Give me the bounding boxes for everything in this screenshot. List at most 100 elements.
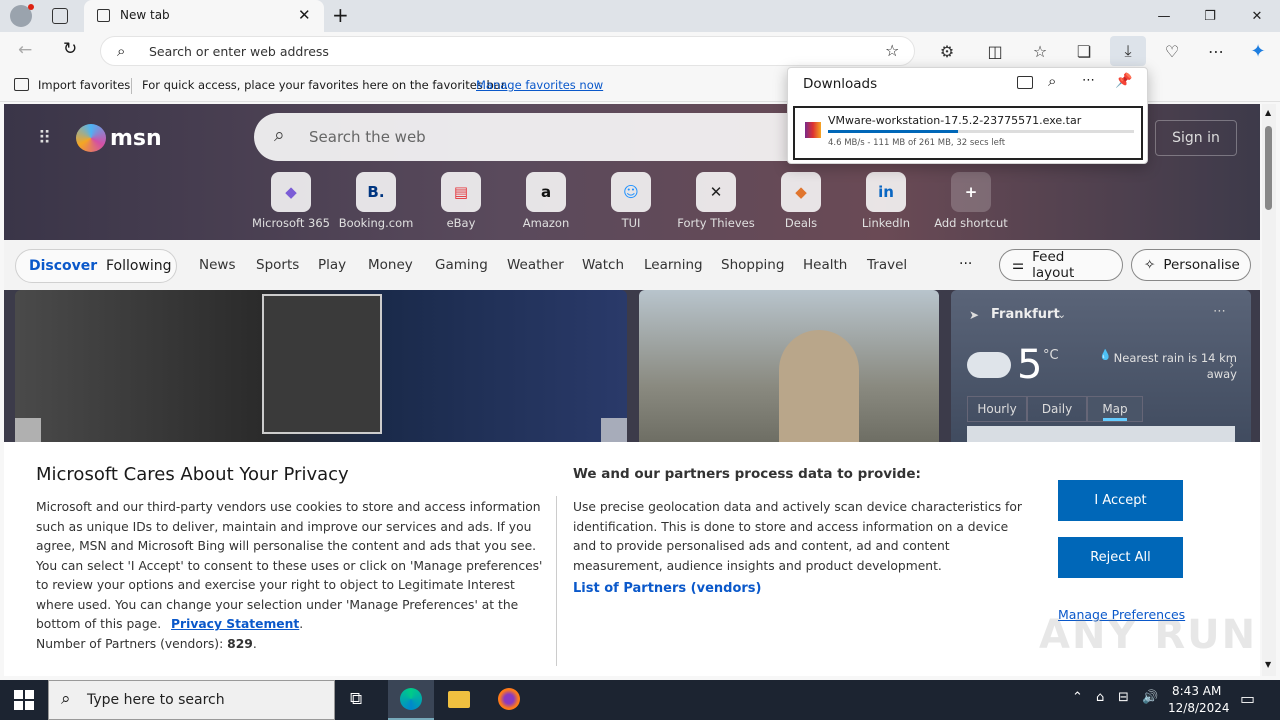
task-view-icon[interactable]: ⧉ bbox=[350, 689, 362, 709]
start-button[interactable] bbox=[14, 690, 34, 710]
msn-search-placeholder: Search the web bbox=[309, 128, 426, 146]
address-placeholder: Search or enter web address bbox=[149, 44, 329, 59]
refresh-button[interactable]: ↻ bbox=[63, 39, 77, 59]
edge-logo-icon bbox=[400, 688, 422, 710]
shortcut-icon: in bbox=[866, 172, 906, 212]
open-folder-icon[interactable] bbox=[1017, 76, 1033, 89]
firefox-icon[interactable] bbox=[498, 688, 520, 710]
list-of-partners-link[interactable]: List of Partners (vendors) bbox=[573, 581, 761, 596]
hero-news-card[interactable] bbox=[15, 290, 627, 450]
shortcut-icon: ✕ bbox=[696, 172, 736, 212]
shortcut-amazon[interactable]: a Amazon bbox=[504, 172, 588, 230]
shortcut-label: Add shortcut bbox=[934, 216, 1008, 230]
tab-discover[interactable]: Discover bbox=[29, 258, 97, 274]
feed-layout-button[interactable]: ⚌ Feed layout bbox=[999, 249, 1123, 281]
sign-in-button[interactable]: Sign in bbox=[1155, 120, 1237, 156]
minimize-button[interactable]: — bbox=[1141, 0, 1187, 32]
shortcut-forty-thieves[interactable]: ✕ Forty Thieves bbox=[674, 172, 758, 230]
tray-chevron-icon[interactable]: ⌃ bbox=[1072, 690, 1083, 705]
nav-item-news[interactable]: News bbox=[199, 257, 235, 273]
shortcut-tui[interactable]: ☺ TUI bbox=[589, 172, 673, 230]
new-tab-button[interactable]: + bbox=[332, 3, 349, 27]
scroll-thumb[interactable] bbox=[1265, 126, 1272, 210]
privacy-statement-link[interactable]: Privacy Statement bbox=[171, 617, 299, 631]
shortcut-ebay[interactable]: ▤ eBay bbox=[419, 172, 503, 230]
shortcut-label: Forty Thieves bbox=[677, 216, 755, 230]
nav-item-health[interactable]: Health bbox=[803, 257, 847, 273]
weather-card[interactable]: ➤ Frankfurt ⌄ ⋯ 5 °C 💧 Nearest rain is 1… bbox=[951, 290, 1251, 450]
weather-tab-hourly[interactable]: Hourly bbox=[967, 396, 1027, 422]
copilot-icon[interactable]: ✦ bbox=[1244, 38, 1272, 64]
pin-icon[interactable]: 📌 bbox=[1115, 73, 1132, 89]
nav-item-learning[interactable]: Learning bbox=[644, 257, 703, 273]
close-tab-icon[interactable]: ✕ bbox=[298, 6, 311, 24]
apps-grid-icon[interactable]: ⠿ bbox=[38, 128, 52, 149]
news-card-2[interactable] bbox=[639, 290, 939, 450]
network-icon[interactable]: ⌂ bbox=[1096, 690, 1104, 705]
browser-essentials-icon[interactable]: ♡ bbox=[1158, 38, 1186, 64]
weather-next-icon[interactable]: › bbox=[1229, 358, 1234, 373]
favorites-icon[interactable]: ☆ bbox=[1026, 38, 1054, 64]
purposes-title: We and our partners process data to prov… bbox=[573, 466, 921, 482]
file-explorer-icon[interactable] bbox=[448, 691, 470, 708]
more-menu-icon[interactable]: ⋯ bbox=[1202, 38, 1230, 64]
manage-favorites-link[interactable]: Manage favorites now bbox=[476, 78, 603, 92]
weather-location[interactable]: Frankfurt bbox=[991, 307, 1060, 322]
weather-more-icon[interactable]: ⋯ bbox=[1213, 304, 1226, 319]
extensions-icon[interactable]: ⚙ bbox=[933, 38, 961, 64]
nav-item-sports[interactable]: Sports bbox=[256, 257, 299, 273]
search-downloads-icon[interactable]: ⌕ bbox=[1048, 72, 1056, 90]
connectivity-icon[interactable]: ⊟ bbox=[1118, 690, 1129, 705]
page-scrollbar[interactable]: ▲ ▼ bbox=[1262, 104, 1276, 676]
reject-all-button[interactable]: Reject All bbox=[1058, 537, 1183, 578]
taskbar-search[interactable]: ⌕ Type here to search bbox=[48, 680, 335, 720]
tab-new-tab[interactable]: New tab ✕ bbox=[84, 0, 324, 33]
nav-item-money[interactable]: Money bbox=[368, 257, 413, 273]
favbar-hint: For quick access, place your favorites h… bbox=[142, 78, 509, 92]
address-bar[interactable]: ⌕ Search or enter web address ☆ bbox=[100, 36, 915, 66]
scroll-up-icon[interactable]: ▲ bbox=[1265, 108, 1271, 117]
msn-search-icon: ⌕ bbox=[274, 124, 285, 146]
watermark: ANY RUN bbox=[1039, 612, 1258, 658]
shortcut-add-shortcut[interactable]: + Add shortcut bbox=[929, 172, 1013, 230]
msn-logo[interactable]: msn bbox=[110, 126, 162, 151]
tab-following[interactable]: Following bbox=[106, 258, 172, 274]
shortcut-label: TUI bbox=[621, 216, 641, 230]
shortcut-booking-com[interactable]: B. Booking.com bbox=[334, 172, 418, 230]
back-button[interactable]: ← bbox=[18, 40, 32, 60]
msn-search-box[interactable]: ⌕ Search the web bbox=[254, 113, 814, 161]
nav-item-play[interactable]: Play bbox=[318, 257, 346, 273]
import-favorites-button[interactable]: Import favorites bbox=[38, 78, 130, 92]
nav-more-button[interactable]: ··· bbox=[959, 256, 972, 272]
tab-actions-icon[interactable] bbox=[52, 8, 68, 24]
restore-button[interactable]: ❐ bbox=[1187, 0, 1233, 32]
nav-item-gaming[interactable]: Gaming bbox=[435, 257, 488, 273]
privacy-body-text: Microsoft and our third-party vendors us… bbox=[36, 500, 543, 631]
clock-date[interactable]: 12/8/2024 bbox=[1168, 701, 1230, 715]
shortcut-microsoft-365[interactable]: ◆ Microsoft 365 bbox=[249, 172, 333, 230]
volume-icon[interactable]: 🔊 bbox=[1142, 690, 1158, 705]
nav-item-travel[interactable]: Travel bbox=[867, 257, 907, 273]
downloads-panel: Downloads ⌕ ⋯ 📌 VMware-workstation-17.5.… bbox=[787, 67, 1148, 164]
close-window-button[interactable]: ✕ bbox=[1234, 0, 1280, 32]
shortcut-icon: ◆ bbox=[271, 172, 311, 212]
shortcut-icon: ☺ bbox=[611, 172, 651, 212]
downloads-icon[interactable]: ⤓ bbox=[1110, 36, 1146, 66]
shortcut-deals[interactable]: ◆ Deals bbox=[759, 172, 843, 230]
weather-tab-daily[interactable]: Daily bbox=[1027, 396, 1087, 422]
collections-icon[interactable]: ❏ bbox=[1070, 38, 1098, 64]
nav-item-watch[interactable]: Watch bbox=[582, 257, 624, 273]
accept-button[interactable]: I Accept bbox=[1058, 480, 1183, 521]
split-screen-icon[interactable]: ◫ bbox=[981, 38, 1009, 64]
personalise-label: Personalise bbox=[1163, 257, 1240, 273]
nav-item-shopping[interactable]: Shopping bbox=[721, 257, 784, 273]
clock-time[interactable]: 8:43 AM bbox=[1172, 684, 1221, 698]
nav-item-weather[interactable]: Weather bbox=[507, 257, 564, 273]
shortcut-linkedin[interactable]: in LinkedIn bbox=[844, 172, 928, 230]
personalise-button[interactable]: ✧ Personalise bbox=[1131, 249, 1251, 281]
download-item[interactable]: VMware-workstation-17.5.2-23775571.exe.t… bbox=[793, 106, 1143, 160]
more-options-icon[interactable]: ⋯ bbox=[1082, 73, 1095, 88]
notifications-icon[interactable]: ▭ bbox=[1240, 689, 1255, 708]
favorite-star-icon[interactable]: ☆ bbox=[885, 41, 899, 60]
scroll-down-icon[interactable]: ▼ bbox=[1265, 660, 1271, 669]
